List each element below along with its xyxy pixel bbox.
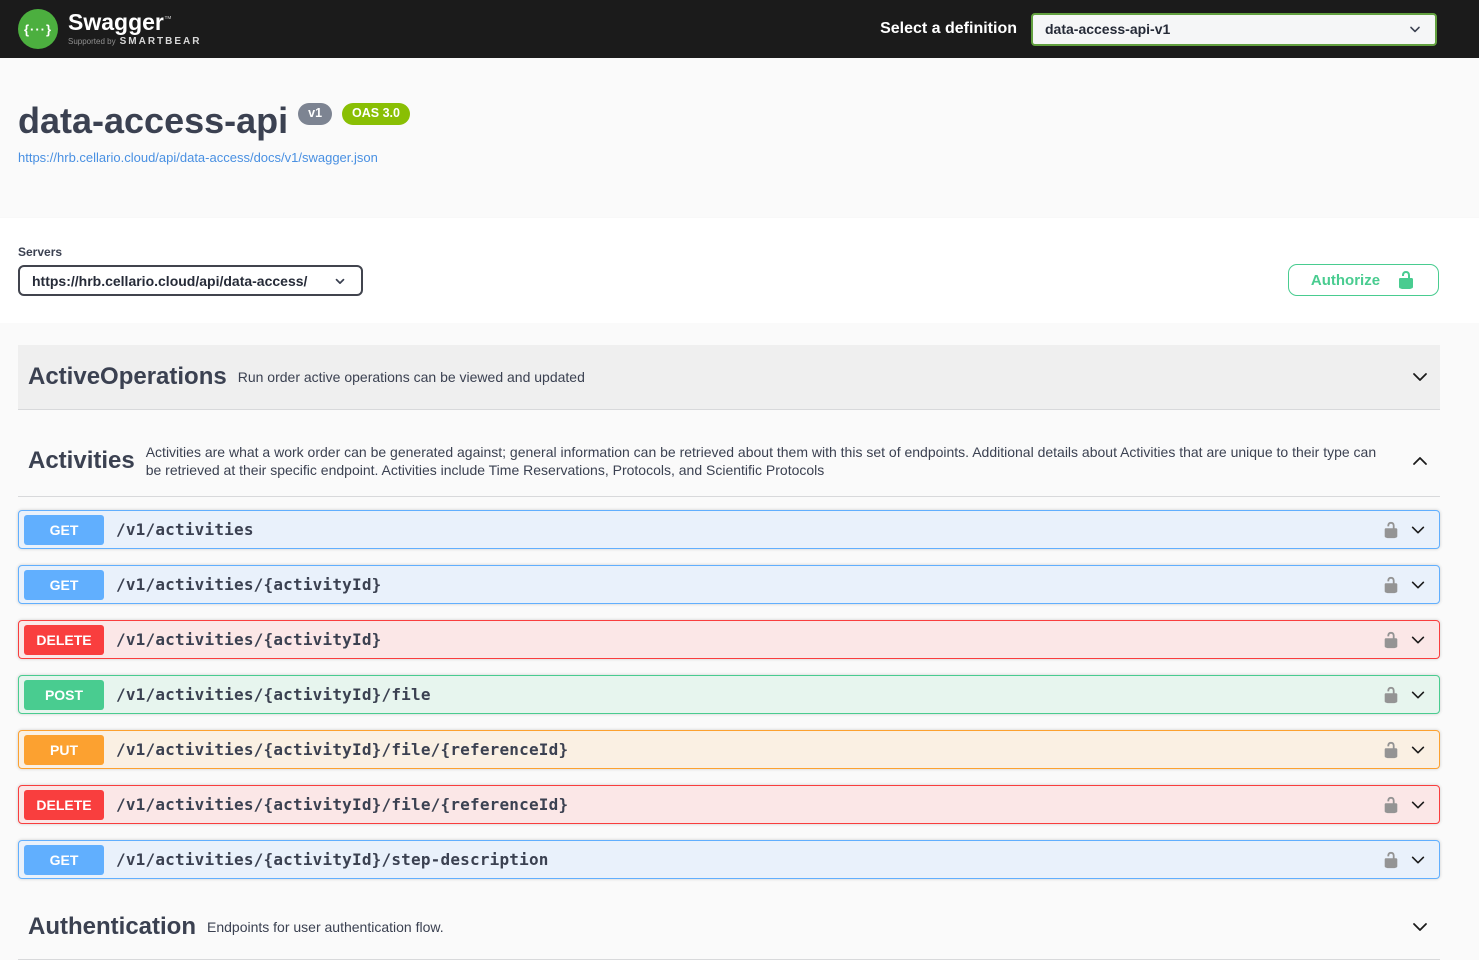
endpoint-path: /v1/activities/{activityId} xyxy=(116,575,382,595)
method-badge: GET xyxy=(24,569,104,600)
spec-url-link[interactable]: https://hrb.cellario.cloud/api/data-acce… xyxy=(18,150,378,165)
endpoint-row-get-step-description[interactable]: GET /v1/activities/{activityId}/step-des… xyxy=(18,840,1440,880)
endpoint-row-get-activity-by-id[interactable]: GET /v1/activities/{activityId} xyxy=(18,565,1440,605)
definition-select-label: Select a definition xyxy=(880,20,1017,37)
unlock-icon[interactable] xyxy=(1382,686,1400,704)
chevron-down-icon xyxy=(1409,686,1427,704)
operations-wrapper: ActiveOperations Run order active operat… xyxy=(0,323,1479,960)
endpoint-row-get-activities[interactable]: GET /v1/activities xyxy=(18,510,1440,550)
section-description: Endpoints for user authentication flow. xyxy=(207,919,444,936)
chevron-down-icon xyxy=(1410,367,1430,387)
method-badge: PUT xyxy=(24,734,104,765)
scheme-container: Servers https://hrb.cellario.cloud/api/d… xyxy=(0,218,1479,323)
endpoint-row-post-activity-file[interactable]: POST /v1/activities/{activityId}/file xyxy=(18,675,1440,715)
unlock-icon xyxy=(1396,270,1416,290)
section-header-authentication[interactable]: Authentication Endpoints for user authen… xyxy=(18,895,1440,960)
section-description: Run order active operations can be viewe… xyxy=(237,368,585,385)
section-header-active-operations[interactable]: ActiveOperations Run order active operat… xyxy=(18,345,1440,410)
section-description: Activities are what a work order can be … xyxy=(145,444,1377,479)
server-select[interactable]: https://hrb.cellario.cloud/api/data-acce… xyxy=(18,265,363,296)
section-active-operations: ActiveOperations Run order active operat… xyxy=(18,345,1440,410)
section-activities: Activities Activities are what a work or… xyxy=(18,426,1440,880)
endpoint-path: /v1/activities xyxy=(116,520,254,540)
method-badge: DELETE xyxy=(24,789,104,820)
unlock-icon[interactable] xyxy=(1382,631,1400,649)
swagger-braces-icon: {···} xyxy=(18,9,58,49)
method-badge: POST xyxy=(24,679,104,710)
unlock-icon[interactable] xyxy=(1382,796,1400,814)
oas-badge: OAS 3.0 xyxy=(342,103,410,125)
api-info: data-access-api v1 OAS 3.0 https://hrb.c… xyxy=(0,58,1479,218)
authorize-label: Authorize xyxy=(1310,271,1381,289)
chevron-down-icon xyxy=(1407,21,1423,37)
method-badge: DELETE xyxy=(24,624,104,655)
method-badge: GET xyxy=(24,514,104,545)
endpoint-list: GET /v1/activities GET /v1/activities/{a… xyxy=(18,510,1440,880)
chevron-down-icon xyxy=(1409,851,1427,869)
servers-label: Servers xyxy=(18,245,63,259)
chevron-down-icon xyxy=(1409,521,1427,539)
definition-select[interactable]: data-access-api-v1 xyxy=(1031,12,1437,46)
server-selected-value: https://hrb.cellario.cloud/api/data-acce… xyxy=(32,272,308,289)
endpoint-path: /v1/activities/{activityId}/step-descrip… xyxy=(116,850,549,870)
api-title: data-access-api xyxy=(18,100,289,141)
trademark-mark: ™ xyxy=(163,14,172,24)
chevron-down-icon xyxy=(1409,576,1427,594)
chevron-up-icon xyxy=(1410,451,1430,471)
chevron-down-icon xyxy=(1409,741,1427,759)
unlock-icon[interactable] xyxy=(1382,521,1400,539)
chevron-down-icon xyxy=(333,274,347,288)
endpoint-row-delete-activity[interactable]: DELETE /v1/activities/{activityId} xyxy=(18,620,1440,660)
swagger-logo: {···} Swagger™ Supported by SMARTBEAR xyxy=(18,9,201,49)
section-header-activities[interactable]: Activities Activities are what a work or… xyxy=(18,426,1440,498)
section-authentication: Authentication Endpoints for user authen… xyxy=(18,895,1440,960)
unlock-icon[interactable] xyxy=(1382,851,1400,869)
endpoint-row-put-activity-file-reference[interactable]: PUT /v1/activities/{activityId}/file/{re… xyxy=(18,730,1440,770)
definition-selected-value: data-access-api-v1 xyxy=(1045,21,1171,37)
method-badge: GET xyxy=(24,844,104,875)
version-badge: v1 xyxy=(298,103,333,125)
section-title: Activities xyxy=(28,447,135,475)
logo-tagline-brand: SMARTBEAR xyxy=(119,36,202,47)
chevron-down-icon xyxy=(1410,917,1430,937)
endpoint-path: /v1/activities/{activityId}/file xyxy=(116,685,431,705)
endpoint-path: /v1/activities/{activityId}/file/{refere… xyxy=(116,795,569,815)
section-title: Authentication xyxy=(28,913,196,941)
endpoint-path: /v1/activities/{activityId}/file/{refere… xyxy=(116,740,569,760)
logo-text: Swagger xyxy=(68,9,164,35)
unlock-icon[interactable] xyxy=(1382,741,1400,759)
endpoint-row-delete-activity-file-reference[interactable]: DELETE /v1/activities/{activityId}/file/… xyxy=(18,785,1440,825)
logo-tagline-prefix: Supported by xyxy=(68,37,116,46)
topbar: {···} Swagger™ Supported by SMARTBEAR Se… xyxy=(0,0,1479,58)
chevron-down-icon xyxy=(1409,631,1427,649)
section-title: ActiveOperations xyxy=(28,363,227,390)
endpoint-path: /v1/activities/{activityId} xyxy=(116,630,382,650)
authorize-button[interactable]: Authorize xyxy=(1288,264,1439,296)
chevron-down-icon xyxy=(1409,796,1427,814)
unlock-icon[interactable] xyxy=(1382,576,1400,594)
